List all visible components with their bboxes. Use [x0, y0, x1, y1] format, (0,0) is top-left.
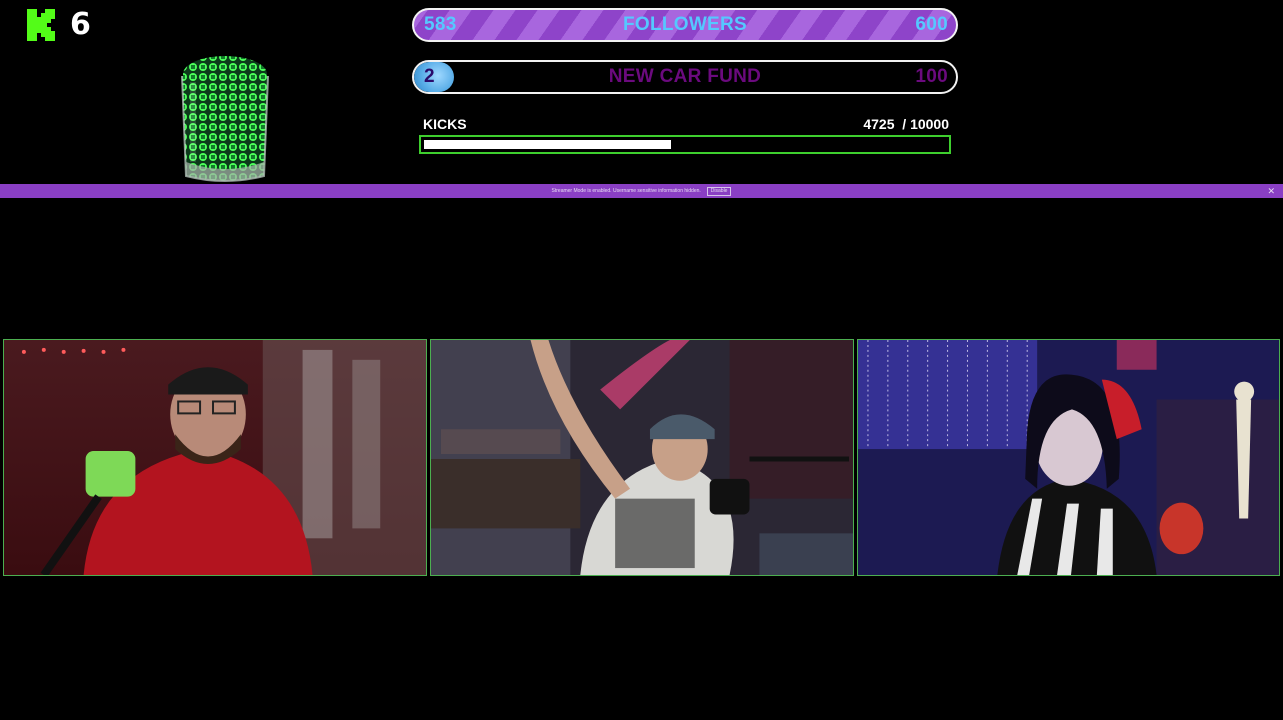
kicks-label: KICKS — [423, 116, 467, 132]
kicks-jar-icon — [181, 56, 269, 182]
webcam-feed-center — [431, 340, 853, 575]
camera-left — [3, 339, 427, 576]
followers-goal-label: FOLLOWERS — [622, 14, 748, 35]
webcam-feed-left — [4, 340, 426, 575]
kicks-progress-track — [419, 135, 951, 154]
notice-text: Streamer Mode is enabled. Username sensi… — [551, 188, 701, 194]
car-fund-target: 100 — [915, 66, 948, 87]
stream-overlay: 6 583 FOLLOWERS 600 2 NEW CAR FUND 100 K… — [0, 0, 1283, 720]
notice-disable-button[interactable]: Disable — [706, 186, 732, 196]
followers-target: 600 — [915, 14, 948, 35]
kicks-progress-fill — [424, 140, 671, 149]
close-icon[interactable]: ✕ — [1267, 185, 1275, 197]
kick-count: 6 — [70, 7, 91, 42]
kicks-count: 4725 / 10000 — [863, 116, 949, 132]
car-fund-goal-bar: 2 NEW CAR FUND 100 — [412, 60, 958, 94]
webcam-feed-right — [858, 340, 1279, 575]
kick-badge: 6 — [26, 8, 91, 42]
camera-right — [857, 339, 1280, 576]
car-fund-goal-label: NEW CAR FUND — [608, 66, 762, 87]
camera-center — [430, 339, 854, 576]
kick-logo-icon — [27, 9, 55, 41]
streamer-mode-notice: Streamer Mode is enabled. Username sensi… — [0, 184, 1283, 198]
followers-goal-bar: 583 FOLLOWERS 600 — [412, 8, 958, 42]
